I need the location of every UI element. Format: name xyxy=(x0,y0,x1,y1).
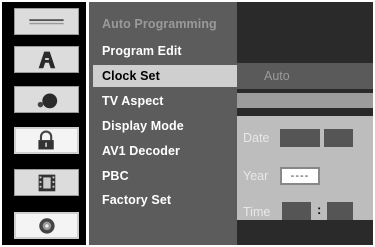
date-label: Date xyxy=(243,131,270,145)
date-month-field[interactable] xyxy=(280,129,320,147)
time-label: Time xyxy=(243,205,271,219)
date-time-fields: Date Year ---- Time : xyxy=(237,116,373,220)
language-a-icon[interactable] xyxy=(14,46,79,73)
setup-menu-screen: Auto Programming Program Edit Clock Set … xyxy=(0,0,375,247)
padlock-icon[interactable] xyxy=(14,127,79,154)
time-separator: : xyxy=(317,202,322,217)
menu-item-program-edit[interactable]: Program Edit xyxy=(102,44,182,58)
setup-menu-panel: Auto Programming Program Edit Clock Set … xyxy=(86,2,237,245)
menu-item-auto-programming[interactable]: Auto Programming xyxy=(102,17,217,31)
film-frame-icon[interactable] xyxy=(14,169,79,196)
menu-lines-icon[interactable] xyxy=(14,8,79,35)
menu-item-factory-set[interactable]: Factory Set xyxy=(102,193,171,207)
settings-divider xyxy=(237,93,373,108)
clock-settings-panel: Auto Date Year ---- Time : xyxy=(237,2,373,245)
menu-item-tv-aspect[interactable]: TV Aspect xyxy=(102,94,164,108)
disc-icon[interactable] xyxy=(14,212,79,239)
menu-item-av1-decoder[interactable]: AV1 Decoder xyxy=(102,144,180,158)
date-day-field[interactable] xyxy=(324,129,353,147)
clock-mode-value: Auto xyxy=(264,69,290,83)
year-field[interactable]: ---- xyxy=(280,167,320,185)
menu-item-clock-set[interactable]: Clock Set xyxy=(102,69,160,83)
category-icon-column xyxy=(2,2,86,245)
year-label: Year xyxy=(243,169,269,183)
speaker-icon[interactable] xyxy=(14,86,79,113)
clock-mode-option[interactable]: Auto xyxy=(237,63,373,89)
time-hour-field[interactable] xyxy=(282,202,311,220)
menu-item-pbc[interactable]: PBC xyxy=(102,169,129,183)
time-minute-field[interactable] xyxy=(327,202,353,220)
menu-item-display-mode[interactable]: Display Mode xyxy=(102,119,184,133)
